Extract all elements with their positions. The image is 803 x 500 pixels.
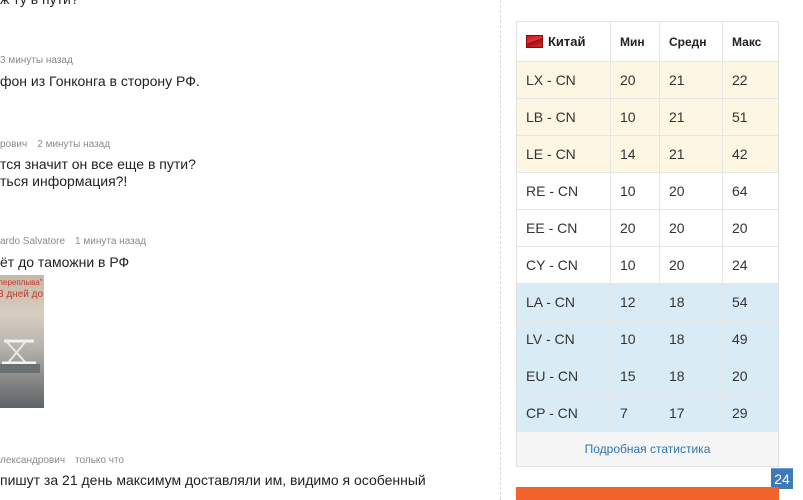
avg-cell: 21: [660, 136, 723, 172]
avg-cell: 18: [660, 321, 723, 357]
avg-cell: 21: [660, 62, 723, 98]
route-cell: LB - CN: [517, 99, 611, 135]
route-cell: LV - CN: [517, 321, 611, 357]
scroll-to-top-badge[interactable]: 24: [771, 468, 793, 489]
min-cell: 20: [611, 62, 660, 98]
min-cell: 7: [611, 395, 660, 431]
max-cell: 24: [732, 257, 748, 273]
route-cell: LA - CN: [517, 284, 611, 320]
min-cell: 10: [611, 99, 660, 135]
table-row: CY - CN 10 20 24: [517, 247, 778, 284]
max-cell: 22: [732, 72, 748, 88]
max-cell: 64: [732, 183, 748, 199]
max-cell: 42: [732, 146, 748, 162]
table-header: Китай Мин Средн Макс: [517, 22, 778, 62]
min-cell: 12: [611, 284, 660, 320]
max-cell: 51: [732, 109, 748, 125]
min-cell: 10: [611, 173, 660, 209]
country-label: Китай: [548, 34, 586, 49]
table-row: LB - CN 10 21 51: [517, 99, 778, 136]
table-row: RE - CN 10 20 64: [517, 173, 778, 210]
avg-cell: 20: [660, 173, 723, 209]
table-row: EU - CN 15 18 20: [517, 358, 778, 395]
china-flag-icon: [526, 35, 543, 48]
avg-cell: 17: [660, 395, 723, 431]
comment-time: только что: [75, 455, 124, 466]
comment-text: ж ту в пути?: [0, 0, 79, 8]
table-row: LE - CN 14 21 42: [517, 136, 778, 173]
comment-meta: ardo Salvatore 1 минута назад: [0, 236, 146, 247]
comment-text: ёт до таможни в РФ: [0, 254, 130, 270]
comment-meta: 3 минуты назад: [0, 55, 73, 66]
comment-meta: лександрович только что: [0, 455, 124, 466]
comment-meta: рович 2 минуты назад: [0, 139, 110, 150]
comments-column: ж ту в пути? 3 минуты назад фон из Гонко…: [0, 0, 500, 500]
comment-time: 2 минуты назад: [37, 139, 111, 150]
comment-text: ться информация?!: [0, 173, 128, 189]
ship-deck-image: [0, 339, 40, 373]
min-cell: 20: [611, 210, 660, 246]
avg-cell: 18: [660, 284, 723, 320]
min-cell: 15: [611, 358, 660, 394]
table-row: LX - CN 20 21 22: [517, 62, 778, 99]
min-cell: 10: [611, 321, 660, 357]
table-row: LV - CN 10 18 49: [517, 321, 778, 358]
min-cell: 14: [611, 136, 660, 172]
max-header: Макс: [732, 34, 762, 49]
table-row: CP - CN 7 17 29: [517, 395, 778, 432]
comment-time: 3 минуты назад: [0, 55, 73, 66]
comment-text: пишут за 21 день максимум доставляли им,…: [0, 472, 426, 488]
table-row: LA - CN 12 18 54: [517, 284, 778, 321]
comment-time: 1 минута назад: [75, 236, 147, 247]
avg-header: Средн: [660, 22, 723, 61]
avg-cell: 20: [660, 210, 723, 246]
detailed-stats-link[interactable]: Подробная статистика: [517, 432, 778, 466]
route-cell: LE - CN: [517, 136, 611, 172]
comment-author[interactable]: рович: [0, 139, 27, 150]
comment-author[interactable]: лександрович: [0, 455, 65, 466]
thumbnail-caption: -переплыва": [0, 278, 43, 287]
route-cell: EU - CN: [517, 358, 611, 394]
max-cell: 49: [732, 331, 748, 347]
column-divider: [500, 0, 501, 500]
comment-text: тся значит он все еще в пути?: [0, 156, 196, 172]
country-header: Китай: [517, 22, 611, 61]
max-cell: 20: [732, 368, 748, 384]
max-cell: 20: [732, 220, 748, 236]
orange-banner[interactable]: [516, 487, 779, 500]
max-cell: 54: [732, 294, 748, 310]
comment-text: фон из Гонконга в сторону РФ.: [0, 73, 200, 89]
avg-cell: 21: [660, 99, 723, 135]
delivery-stats-table: Китай Мин Средн Макс LX - CN 20 21 22 LB - C…: [516, 21, 779, 467]
route-cell: LX - CN: [517, 62, 611, 98]
route-cell: EE - CN: [517, 210, 611, 246]
table-row: EE - CN 20 20 20: [517, 210, 778, 247]
comment-image-thumbnail[interactable]: -переплыва" 3 дней до: [0, 275, 44, 408]
route-cell: CY - CN: [517, 247, 611, 283]
thumbnail-caption: 3 дней до: [0, 289, 44, 300]
route-cell: RE - CN: [517, 173, 611, 209]
avg-cell: 18: [660, 358, 723, 394]
route-cell: CP - CN: [517, 395, 611, 431]
min-header: Мин: [611, 22, 660, 61]
max-cell: 29: [732, 405, 748, 421]
min-cell: 10: [611, 247, 660, 283]
comment-author[interactable]: ardo Salvatore: [0, 236, 65, 247]
avg-cell: 20: [660, 247, 723, 283]
